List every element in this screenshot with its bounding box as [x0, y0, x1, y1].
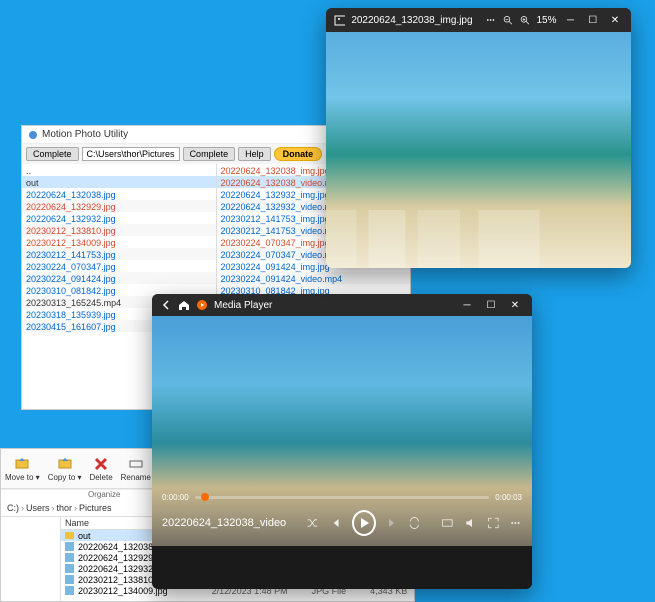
media-player-window: Media Player ─ ☐ ✕ 0:00:00 0:00:03 20220…	[152, 294, 532, 589]
next-icon[interactable]	[386, 516, 399, 530]
more-icon[interactable]	[509, 516, 522, 530]
subtitle-icon[interactable]	[441, 516, 454, 530]
photos-app-icon	[334, 13, 345, 27]
zoom-in-icon[interactable]	[519, 13, 530, 27]
close-button[interactable]: ✕	[506, 300, 524, 311]
shuffle-icon[interactable]	[306, 516, 319, 530]
maximize-button[interactable]: ☐	[585, 15, 601, 26]
time-current: 0:00:00	[162, 493, 189, 502]
list-item[interactable]: out	[22, 176, 216, 188]
zoom-out-icon[interactable]	[502, 13, 513, 27]
list-item[interactable]: 20220624_132932.jpg	[22, 212, 216, 224]
previous-icon[interactable]	[329, 516, 342, 530]
complete-button-right[interactable]: Complete	[183, 147, 236, 161]
path-field[interactable]: C:\Users\thor\Pictures	[82, 147, 180, 161]
photo-canvas[interactable]	[326, 32, 631, 268]
column-name[interactable]: Name	[65, 518, 89, 528]
copy-to-button[interactable]: Copy to ▾	[48, 456, 82, 482]
help-button[interactable]: Help	[238, 147, 271, 161]
complete-button-left[interactable]: Complete	[26, 147, 79, 161]
photos-filename: 20220624_132038_img.jpg	[351, 15, 472, 26]
video-title: 20220624_132038_video	[162, 517, 286, 529]
back-icon[interactable]	[160, 299, 172, 311]
volume-icon[interactable]	[464, 516, 477, 530]
mpu-title: Motion Photo Utility	[42, 129, 128, 140]
list-item[interactable]: 20230224_091424.jpg	[22, 272, 216, 284]
rename-button[interactable]: Rename	[121, 456, 151, 482]
list-item[interactable]: 20230224_070347.jpg	[22, 260, 216, 272]
list-item[interactable]: 20220624_132038.jpg	[22, 188, 216, 200]
media-player-titlebar[interactable]: Media Player ─ ☐ ✕	[152, 294, 532, 316]
close-button[interactable]: ✕	[607, 15, 623, 26]
donate-button[interactable]: Donate	[274, 147, 323, 161]
seek-bar[interactable]	[195, 496, 490, 499]
fullscreen-icon[interactable]	[487, 516, 500, 530]
media-player-icon	[196, 299, 208, 311]
time-duration: 0:00:03	[495, 493, 522, 502]
photos-titlebar[interactable]: 20220624_132038_img.jpg 15% ─ ☐ ✕	[326, 8, 631, 32]
app-title: Media Player	[214, 300, 272, 311]
video-area[interactable]: 0:00:00 0:00:03 20220624_132038_video	[152, 316, 532, 546]
play-button[interactable]	[352, 510, 376, 536]
app-icon	[28, 130, 38, 140]
move-to-button[interactable]: Move to ▾	[5, 456, 40, 482]
more-icon[interactable]	[485, 13, 496, 27]
list-item[interactable]: 20230212_141753.jpg	[22, 248, 216, 260]
list-item[interactable]: 20230212_134009.jpg	[22, 236, 216, 248]
home-icon[interactable]	[178, 299, 190, 311]
list-item[interactable]: 20220624_132929.jpg	[22, 200, 216, 212]
minimize-button[interactable]: ─	[563, 15, 579, 26]
repeat-icon[interactable]	[408, 516, 421, 530]
maximize-button[interactable]: ☐	[482, 300, 500, 311]
list-item[interactable]: 20230224_091424_video.mp4	[217, 272, 411, 284]
explorer-tree[interactable]	[1, 517, 61, 601]
photos-viewer-window: 20220624_132038_img.jpg 15% ─ ☐ ✕	[326, 8, 631, 268]
minimize-button[interactable]: ─	[458, 300, 476, 311]
delete-button[interactable]: Delete	[90, 456, 113, 482]
zoom-level: 15%	[536, 15, 556, 26]
list-item[interactable]: 20230212_133810.jpg	[22, 224, 216, 236]
list-item[interactable]: ..	[22, 164, 216, 176]
